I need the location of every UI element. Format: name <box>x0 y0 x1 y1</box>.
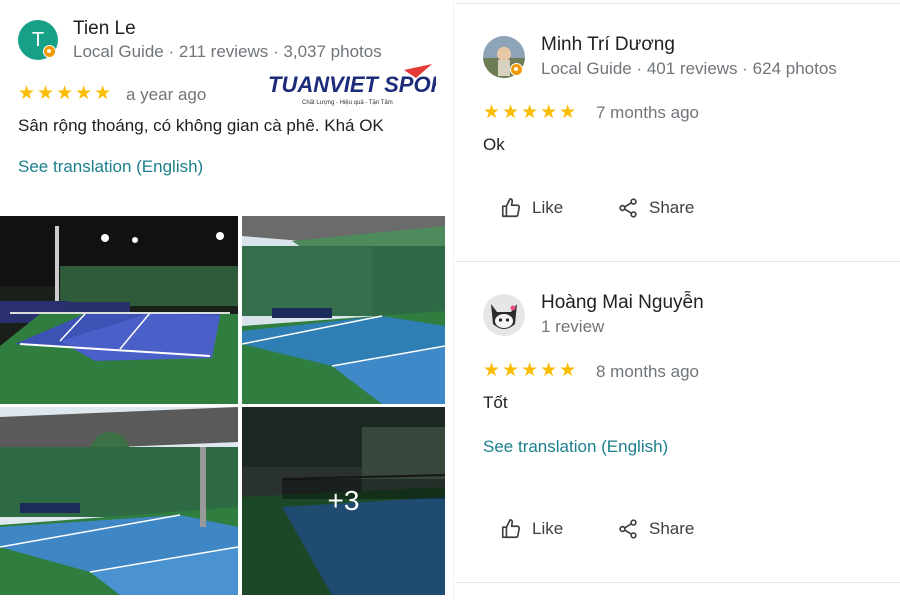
reviewer-meta: 1 review <box>541 317 605 336</box>
like-button[interactable]: Like <box>500 518 563 540</box>
star-rating: ★★★★★ <box>483 102 579 123</box>
share-icon <box>619 198 637 218</box>
reviewer-name[interactable]: Tien Le <box>73 18 136 40</box>
thumbs-up-icon <box>501 519 521 539</box>
star-rating: ★★★★★ <box>18 83 114 104</box>
reviewer-meta: Local Guide · 211 reviews · 3,037 photos <box>73 42 382 61</box>
divider <box>455 582 900 583</box>
avatar[interactable] <box>483 294 525 336</box>
brand-watermark-logo: TUANVIET SPORT Chất Lượng - Hiệu quả - T… <box>266 64 461 108</box>
brand-name-text: TUANVIET SPORT <box>268 72 436 97</box>
review-time: 8 months ago <box>596 362 700 381</box>
star-rating: ★★★★★ <box>483 360 579 381</box>
review-photo[interactable] <box>242 216 445 404</box>
see-translation-link[interactable]: See translation (English) <box>18 157 203 177</box>
review-text: Tốt <box>483 393 508 412</box>
local-guide-badge-icon <box>510 63 523 76</box>
see-translation-link[interactable]: See translation (English) <box>483 437 668 457</box>
share-button[interactable]: Share <box>617 518 694 540</box>
column-divider <box>453 0 454 600</box>
divider <box>455 3 900 4</box>
share-button[interactable]: Share <box>617 197 694 219</box>
divider <box>455 261 900 262</box>
review-photo[interactable] <box>0 216 238 404</box>
reviewer-name[interactable]: Hoàng Mai Nguyễn <box>541 292 704 314</box>
share-icon <box>619 519 637 539</box>
review-text: Ok <box>483 135 505 154</box>
like-label: Like <box>532 198 564 217</box>
reviewer-name[interactable]: Minh Trí Dương <box>541 34 675 56</box>
share-label: Share <box>649 198 695 217</box>
brand-tagline: Chất Lượng - Hiệu quả - Tận Tâm <box>302 100 393 106</box>
avatar-letter: T <box>31 28 45 51</box>
like-label: Like <box>532 519 564 538</box>
more-photos-count: +3 <box>327 485 360 516</box>
thumbs-up-icon <box>501 198 521 218</box>
review-photo[interactable]: +3 <box>242 407 445 595</box>
review-text: Sân rộng thoáng, có không gian cà phê. K… <box>18 116 384 135</box>
reviewer-meta: Local Guide · 401 reviews · 624 photos <box>541 59 837 78</box>
local-guide-badge-icon <box>43 45 56 58</box>
share-label: Share <box>649 519 695 538</box>
like-button[interactable]: Like <box>500 197 563 219</box>
review-time: a year ago <box>126 85 207 104</box>
review-time: 7 months ago <box>596 103 700 122</box>
review-photo[interactable] <box>0 407 238 595</box>
